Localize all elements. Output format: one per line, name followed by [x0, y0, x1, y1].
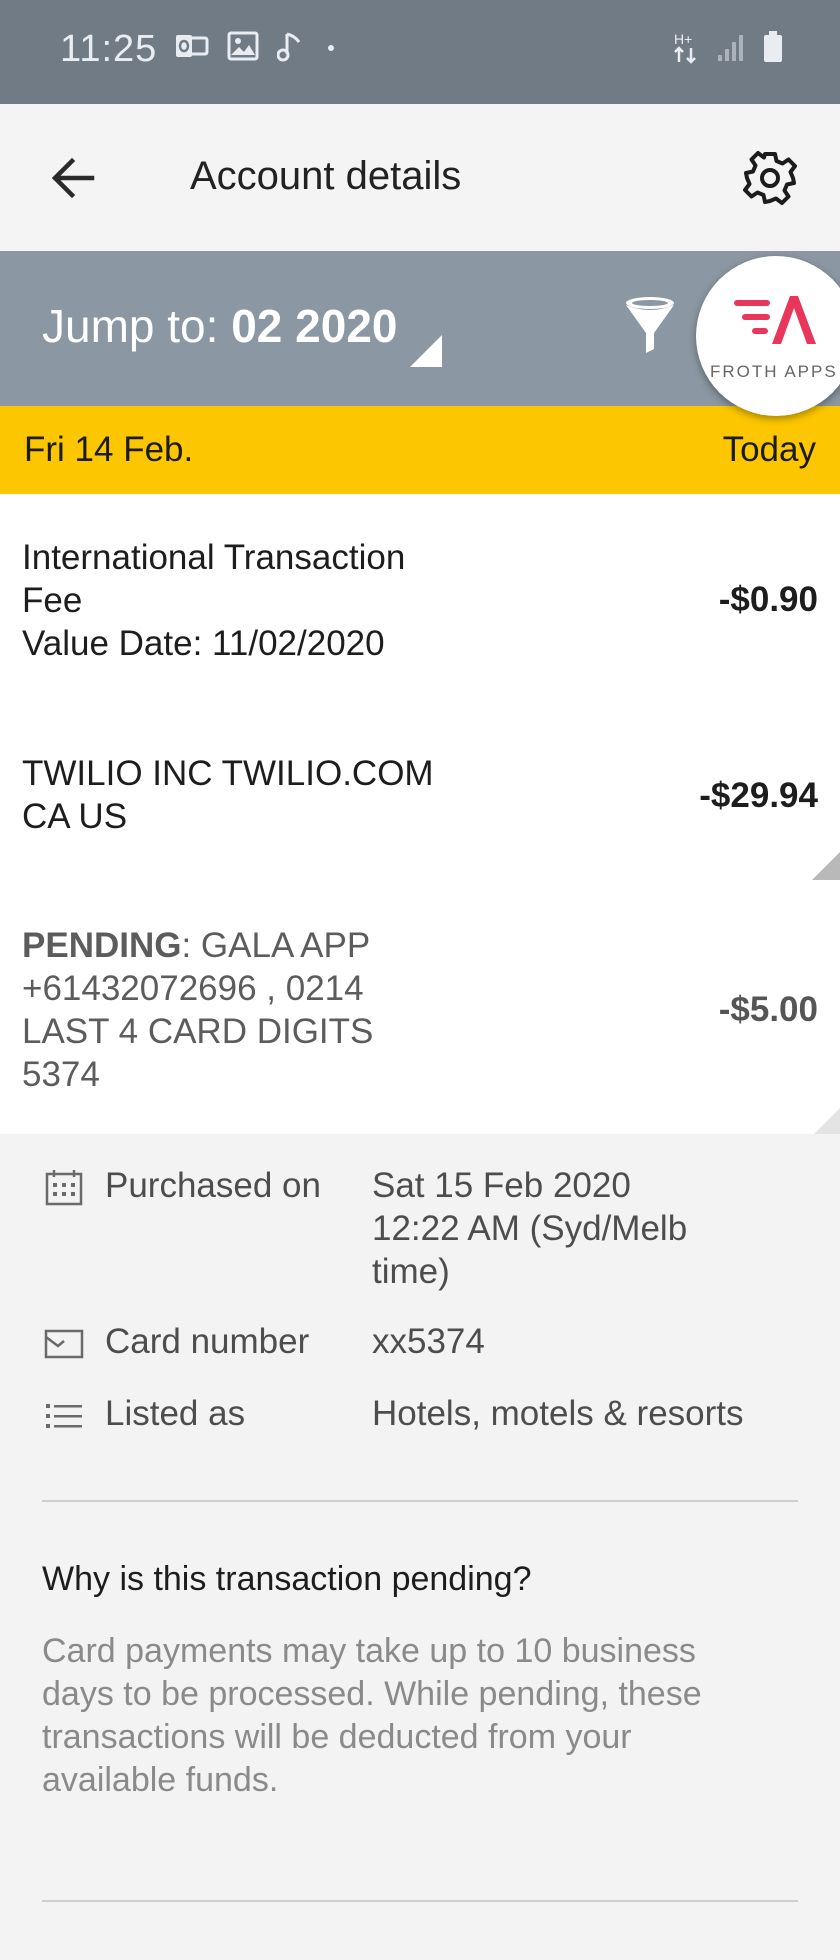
card-number-value: xx5374 [372, 1322, 485, 1361]
pending-faq-answer: Card payments may take up to 10 business… [42, 1632, 702, 1799]
card-number-label: Card number [105, 1322, 310, 1361]
collapse-corner-icon [814, 1108, 840, 1134]
transaction-amount: -$5.00 [718, 990, 818, 1029]
list-icon [46, 1404, 82, 1428]
app-bar: Account details [0, 104, 840, 251]
pending-faq-question: Why is this transaction pending? [42, 1560, 532, 1598]
jump-to-prefix: Jump to: [42, 300, 232, 352]
transaction-line: International Transaction [22, 538, 406, 577]
transaction-row-pending[interactable]: PENDING: GALA APP +61432072696 , 0214 LA… [0, 880, 840, 1134]
image-icon [227, 31, 259, 61]
settings-button[interactable] [740, 148, 800, 208]
music-note-icon [277, 32, 301, 62]
jump-to-value: 02 2020 [231, 300, 398, 352]
transaction-line: +61432072696 , 0214 [22, 969, 364, 1008]
transaction-amount: -$0.90 [718, 580, 818, 619]
arrow-left-icon [51, 157, 95, 199]
transaction-line: PENDING: GALA APP [22, 926, 371, 965]
transaction-line: TWILIO INC TWILIO.COM [22, 754, 434, 793]
card-icon [44, 1329, 84, 1359]
transaction-details: Purchased on Sat 15 Feb 2020 12:22 AM (S… [0, 1136, 840, 1960]
transaction-amount: -$29.94 [699, 776, 818, 815]
froth-apps-label: FROTH APPS [710, 362, 838, 381]
pending-status: PENDING [22, 926, 182, 965]
back-button[interactable] [44, 148, 104, 208]
battery-icon [764, 31, 782, 62]
status-bar: 11:25 H+ [0, 0, 840, 104]
date-header-relative: Today [722, 430, 816, 469]
network-type-label: H+ [674, 31, 692, 47]
divider [42, 1500, 798, 1502]
divider [42, 1900, 798, 1902]
transaction-description: International Transaction Fee Value Date… [22, 536, 482, 665]
page-title: Account details [190, 154, 462, 198]
transaction-description: TWILIO INC TWILIO.COM CA US [22, 752, 482, 838]
transaction-description: PENDING: GALA APP +61432072696 , 0214 LA… [22, 924, 482, 1096]
gear-icon [743, 151, 797, 205]
calendar-icon [45, 1170, 83, 1206]
transaction-row[interactable]: TWILIO INC TWILIO.COM CA US -$29.94 [0, 708, 840, 882]
outlook-icon [176, 35, 209, 57]
transaction-line: 5374 [22, 1055, 100, 1094]
transaction-row[interactable]: International Transaction Fee Value Date… [0, 494, 840, 710]
transaction-value-date: Value Date: 11/02/2020 [22, 624, 385, 663]
status-time: 11:25 [60, 28, 158, 70]
system-icons: H+ [672, 30, 784, 64]
filter-button[interactable] [620, 293, 680, 359]
transaction-line: LAST 4 CARD DIGITS [22, 1012, 374, 1051]
froth-apps-logo [734, 296, 816, 344]
signal-icon [718, 35, 743, 61]
listed-as-value: Hotels, motels & resorts [372, 1394, 744, 1433]
purchased-on-label: Purchased on [105, 1166, 321, 1205]
dot-icon [328, 45, 334, 51]
purchased-on-value: Sat 15 Feb 2020 12:22 AM (Syd/Melb time) [372, 1166, 688, 1291]
jump-to-selector[interactable]: Jump to: 02 2020 [42, 299, 397, 353]
hplus-data-icon: H+ [674, 31, 696, 64]
filter-icon [626, 297, 674, 353]
transaction-line: CA US [22, 797, 128, 836]
date-header-date: Fri 14 Feb. [24, 430, 194, 469]
dropdown-corner-icon [410, 335, 442, 367]
expand-corner-icon [812, 852, 840, 880]
date-header: Fri 14 Feb. Today [0, 406, 840, 494]
notification-icons [175, 30, 341, 62]
listed-as-label: Listed as [105, 1394, 246, 1433]
transaction-line: Fee [22, 581, 83, 620]
